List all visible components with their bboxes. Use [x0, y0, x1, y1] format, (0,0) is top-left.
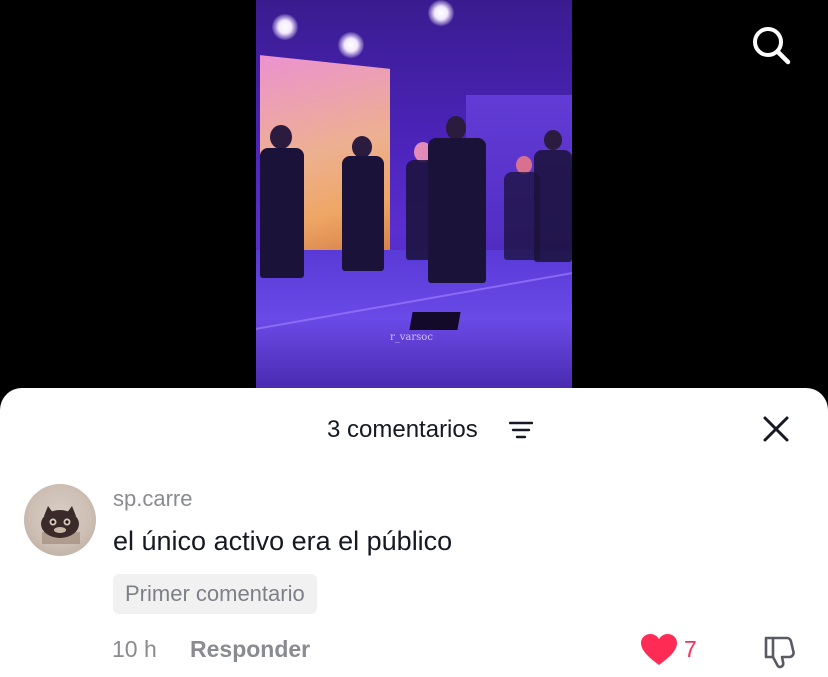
- stage-light: [428, 0, 454, 26]
- search-icon: [753, 27, 791, 65]
- dislike-icon[interactable]: [760, 632, 798, 670]
- comment-timestamp: 10 h: [112, 636, 157, 662]
- dancer-head: [446, 116, 466, 140]
- cat-avatar-image: [41, 506, 80, 544]
- comment-username[interactable]: sp.carre: [113, 486, 192, 512]
- dancer: [260, 148, 304, 278]
- comment-text: el único activo era el público: [113, 526, 453, 556]
- like-count: 7: [684, 636, 697, 662]
- filter-icon[interactable]: [508, 420, 534, 440]
- dancer-head: [270, 125, 292, 149]
- stage-light: [272, 14, 298, 40]
- close-button[interactable]: [761, 414, 791, 444]
- comments-header: 3 comentarios: [0, 412, 828, 446]
- first-comment-badge: Primer comentario: [113, 574, 317, 614]
- stage-monitor: [409, 312, 461, 330]
- stage-light: [338, 32, 364, 58]
- avatar[interactable]: [24, 484, 96, 556]
- dancer: [428, 138, 486, 283]
- comments-sheet: 3 comentarios sp.carre el único activo e…: [0, 388, 828, 677]
- video-player[interactable]: r_varsoc: [256, 0, 572, 388]
- close-icon: [763, 416, 789, 442]
- reply-button[interactable]: Responder: [190, 636, 310, 663]
- comment-item: sp.carre el único activo era el público …: [0, 484, 828, 674]
- comments-count-title: 3 comentarios: [327, 416, 478, 443]
- dancer: [342, 156, 384, 271]
- dancer-head: [544, 130, 562, 150]
- video-area[interactable]: r_varsoc: [0, 0, 828, 400]
- video-watermark: r_varsoc: [390, 332, 433, 343]
- dancer-head: [352, 136, 372, 158]
- dancer: [534, 150, 572, 262]
- heart-icon[interactable]: [640, 633, 678, 667]
- search-button[interactable]: [750, 24, 792, 66]
